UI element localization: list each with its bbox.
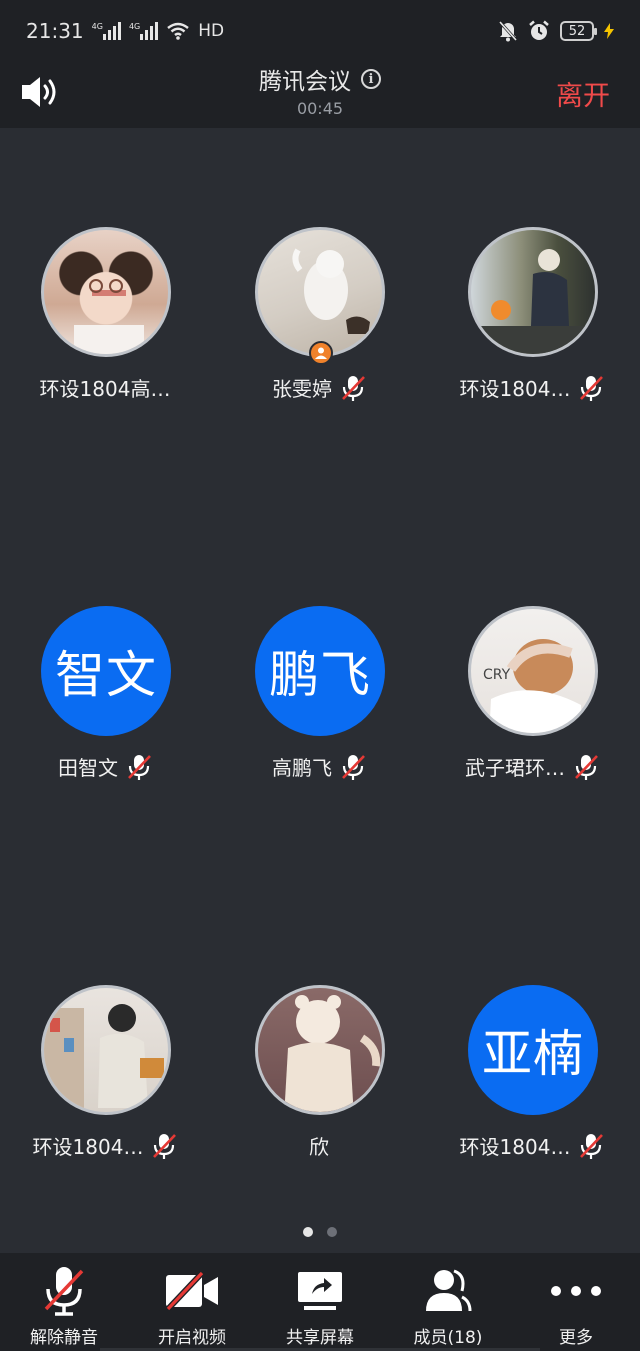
participant-name: 环设1804… — [32, 1135, 144, 1159]
title-area: 腾讯会议 i 00:45 — [0, 62, 640, 118]
avatar — [41, 985, 171, 1115]
avatar-photo — [74, 279, 144, 354]
participant-name-row: 环设1804… — [442, 373, 622, 402]
participant-name-row: 环设1804高… — [15, 373, 195, 402]
meeting-header: 腾讯会议 i 00:45 离开 — [0, 62, 640, 128]
participant-name-row: 田智文 — [15, 752, 195, 781]
battery-indicator: 52 — [560, 21, 597, 41]
avatar — [41, 227, 171, 357]
hd-label: HD — [198, 21, 225, 41]
participant-tile[interactable]: 欣 — [229, 985, 409, 1185]
avatar — [255, 227, 385, 357]
signal-icon-2: 4G — [128, 22, 159, 40]
host-icon — [309, 341, 333, 365]
page-dot-active[interactable] — [303, 1227, 313, 1237]
network-type-label-2: 4G — [128, 22, 141, 31]
avatar-initials: 智文 — [41, 606, 171, 736]
network-type-label: 4G — [91, 22, 103, 31]
mic-muted-icon — [575, 754, 598, 780]
status-time: 21:31 — [26, 19, 84, 43]
mic-muted-icon — [342, 754, 365, 780]
participant-name: 环设1804高… — [39, 377, 171, 401]
start-video-button[interactable]: 开启视频 — [128, 1253, 256, 1351]
participant-name: 环设1804… — [459, 377, 571, 401]
participant-tile[interactable]: 智文 田智文 — [15, 606, 195, 806]
participant-name: 高鹏飞 — [272, 756, 332, 780]
avatar-initials: 亚楠 — [468, 985, 598, 1115]
unmute-label: 解除静音 — [30, 1328, 98, 1348]
avatar-photo — [481, 249, 591, 354]
participant-tile[interactable]: CRY 武子珺环… — [442, 606, 622, 806]
avatar: CRY — [468, 606, 598, 736]
avatar-photo — [284, 995, 381, 1112]
mic-muted-icon — [128, 754, 151, 780]
charging-icon — [604, 23, 614, 39]
wifi-icon — [167, 22, 190, 40]
participant-tile[interactable]: 张雯婷 — [229, 227, 409, 427]
meeting-title[interactable]: 腾讯会议 i — [259, 62, 381, 96]
bell-off-icon — [498, 21, 518, 42]
status-bar: 21:31 4G 4G HD 52 — [0, 0, 640, 62]
mic-muted-icon — [580, 1133, 604, 1159]
participant-tile[interactable]: 亚楠 环设1804… — [442, 985, 622, 1185]
more-label: 更多 — [559, 1328, 593, 1348]
video-off-icon — [165, 1271, 218, 1311]
bottom-toolbar: 解除静音 开启视频 共享屏幕 成员(18) 更多 — [0, 1253, 640, 1351]
start-video-label: 开启视频 — [158, 1328, 226, 1348]
unmute-button[interactable]: 解除静音 — [0, 1253, 128, 1351]
participant-name-row: 环设1804… — [442, 1131, 622, 1160]
avatar-photo: CRY — [483, 639, 583, 733]
signal-icon: 4G — [92, 22, 121, 40]
meeting-title-text: 腾讯会议 — [259, 69, 351, 95]
participant-name: 武子珺环… — [465, 756, 565, 780]
participant-name: 张雯婷 — [272, 377, 332, 401]
participant-name-row: 环设1804… — [15, 1131, 195, 1160]
participant-tile[interactable]: 环设1804高… — [15, 227, 195, 427]
members-button[interactable]: 成员(18) — [384, 1253, 512, 1351]
leave-button[interactable]: 离开 — [556, 74, 610, 113]
avatar-initials: 鹏飞 — [255, 606, 385, 736]
share-screen-icon — [298, 1272, 342, 1310]
page-dot[interactable] — [327, 1227, 337, 1237]
participant-name: 欣 — [309, 1135, 329, 1159]
info-icon[interactable]: i — [361, 69, 381, 89]
participant-name-row: 高鹏飞 — [229, 752, 409, 781]
participant-tile[interactable]: 环设1804… — [442, 227, 622, 427]
mic-muted-icon — [342, 375, 365, 401]
page-indicator — [0, 1227, 640, 1237]
share-screen-button[interactable]: 共享屏幕 — [256, 1253, 384, 1351]
avatar-photo — [44, 1004, 164, 1108]
meeting-timer: 00:45 — [296, 99, 344, 118]
avatar-photo — [292, 248, 370, 334]
participant-name: 田智文 — [58, 756, 118, 780]
mic-muted-icon — [153, 1133, 177, 1159]
svg-text:CRY: CRY — [483, 667, 511, 683]
avatar — [255, 985, 385, 1115]
participant-tile[interactable]: 环设1804… — [15, 985, 195, 1185]
more-icon — [551, 1286, 601, 1296]
participant-tile[interactable]: 鹏飞 高鹏飞 — [229, 606, 409, 806]
participant-name-row: 张雯婷 — [229, 373, 409, 402]
share-screen-label: 共享屏幕 — [286, 1328, 354, 1348]
more-button[interactable]: 更多 — [512, 1253, 640, 1351]
mic-muted-icon — [580, 375, 604, 401]
members-icon — [426, 1269, 472, 1312]
alarm-icon — [529, 20, 549, 40]
mic-off-icon — [44, 1267, 84, 1316]
participant-name-row: 欣 — [229, 1131, 409, 1160]
members-label: 成员(18) — [413, 1328, 483, 1348]
participant-name-row: 武子珺环… — [442, 752, 622, 781]
participant-name: 环设1804… — [459, 1135, 571, 1159]
avatar — [468, 227, 598, 357]
